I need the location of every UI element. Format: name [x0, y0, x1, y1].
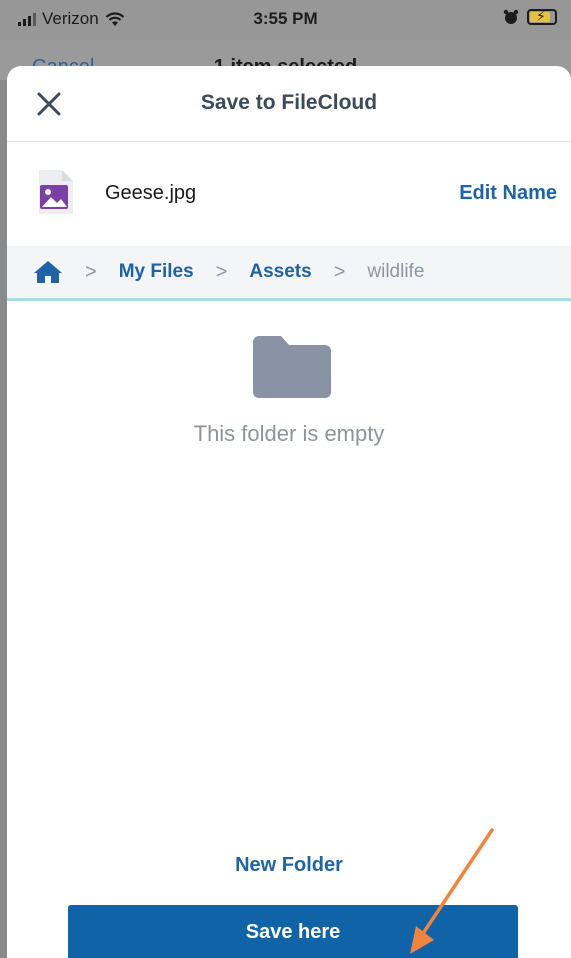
home-icon[interactable]	[33, 260, 63, 284]
breadcrumb-separator: >	[215, 260, 228, 283]
status-indicators: ⚡	[503, 8, 557, 25]
sheet-header: Save to FileCloud	[7, 66, 571, 142]
edit-name-button[interactable]: Edit Name	[459, 182, 557, 205]
status-time: 3:55 PM	[253, 9, 318, 28]
alarm-icon	[503, 9, 519, 24]
breadcrumb-assets[interactable]: Assets	[249, 261, 311, 283]
sheet-title: Save to FileCloud	[200, 91, 378, 114]
battery-icon: ⚡	[527, 8, 557, 25]
save-here-button[interactable]: Save here	[68, 905, 518, 958]
folder-icon	[253, 336, 331, 398]
new-folder-button[interactable]: New Folder	[7, 854, 571, 877]
breadcrumb-separator: >	[333, 260, 346, 283]
file-row: Geese.jpg Edit Name	[7, 142, 571, 246]
file-name: Geese.jpg	[105, 182, 197, 204]
breadcrumb-current-folder: wildlife	[367, 261, 425, 282]
empty-folder-message: This folder is empty	[193, 421, 385, 446]
image-file-icon	[39, 170, 73, 214]
status-bar: Verizon 3:55 PM ⚡	[0, 0, 571, 40]
breadcrumb-separator: >	[85, 260, 97, 283]
breadcrumb-my-files[interactable]: My Files	[119, 261, 194, 283]
breadcrumb: > My Files > Assets > wildlife	[7, 246, 571, 301]
save-sheet: Save to FileCloud Geese.jpg Edit Name > …	[7, 66, 571, 958]
